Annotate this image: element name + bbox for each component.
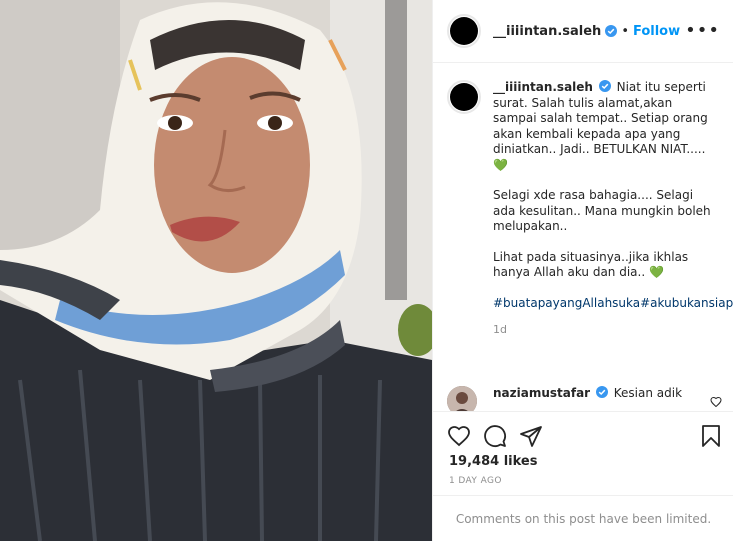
selfie-image xyxy=(0,0,432,541)
comment-like-heart-icon[interactable] xyxy=(710,396,722,408)
comment-icon[interactable] xyxy=(483,424,507,448)
follow-button[interactable]: Follow xyxy=(633,24,680,39)
comment-text: Kesian adik xyxy=(613,386,683,400)
verified-badge-icon xyxy=(605,25,618,37)
caption-hashtags[interactable]: #buatapayangAllahsuka#akubukansiapasiapa xyxy=(493,296,733,312)
caption-body: __iiiintan.saleh Niat itu seperti surat.… xyxy=(493,80,733,338)
avatar-image xyxy=(450,83,478,111)
post-sidebar: __iiiintan.saleh • Follow ••• __iiiintan… xyxy=(432,0,733,541)
verified-badge-icon xyxy=(598,80,611,92)
caption-username[interactable]: __iiiintan.saleh xyxy=(493,80,593,94)
avatar-image xyxy=(450,17,478,45)
comment-body: naziamustafar Kesian adik xyxy=(493,386,693,411)
likes-count[interactable]: 19,484 likes xyxy=(449,454,537,469)
comment-item: naziamustafar Kesian adik xyxy=(447,386,723,411)
commenter-avatar[interactable] xyxy=(447,386,477,411)
post-photo[interactable] xyxy=(0,0,432,541)
author-avatar[interactable] xyxy=(447,14,481,48)
avatar-image xyxy=(447,386,477,411)
post-caption: __iiiintan.saleh Niat itu seperti surat.… xyxy=(447,80,733,338)
caption-paragraph-2: Selagi xde rasa bahagia.... Selagi ada k… xyxy=(493,188,711,233)
bookmark-icon[interactable] xyxy=(699,424,723,448)
commenter-username[interactable]: naziamustafar xyxy=(493,386,590,400)
post-header: __iiiintan.saleh • Follow ••• xyxy=(433,0,733,63)
action-bar xyxy=(433,411,733,451)
caption-timestamp[interactable]: 1d xyxy=(493,322,713,338)
share-icon[interactable] xyxy=(519,424,543,448)
heart-icon[interactable] xyxy=(447,424,471,448)
caption-avatar[interactable] xyxy=(447,80,481,114)
separator-dot: • xyxy=(621,23,629,39)
verified-badge-icon xyxy=(595,386,608,398)
more-options-icon[interactable]: ••• xyxy=(685,22,720,40)
comments-limited-notice: Comments on this post have been limited. xyxy=(433,495,733,541)
author-username[interactable]: __iiiintan.saleh xyxy=(493,24,601,39)
post-timestamp[interactable]: 1 DAY AGO xyxy=(449,476,502,486)
comments-section[interactable]: __iiiintan.saleh Niat itu seperti surat.… xyxy=(433,64,733,411)
instagram-post: __iiiintan.saleh • Follow ••• __iiiintan… xyxy=(0,0,733,541)
caption-paragraph-3: Lihat pada situasinya..jika ikhlas hanya… xyxy=(493,249,689,280)
